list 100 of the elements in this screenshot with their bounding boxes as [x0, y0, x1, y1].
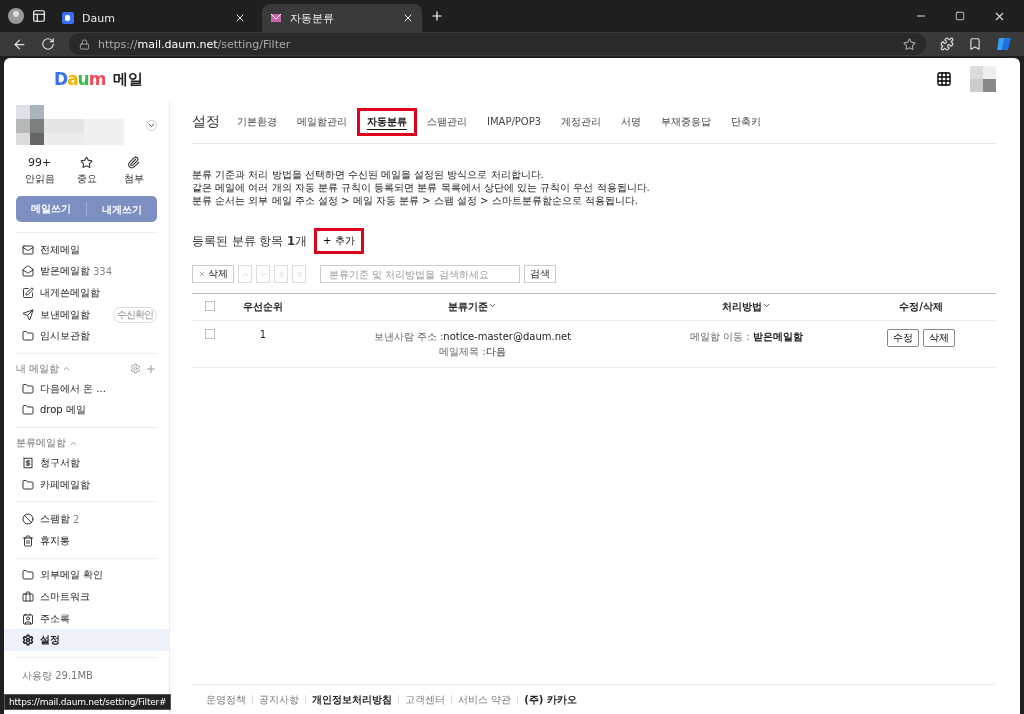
trash-icon	[22, 534, 34, 547]
mailbox-item[interactable]: 스팸함 2	[4, 508, 169, 530]
copilot-icon[interactable]	[996, 36, 1012, 52]
storage-usage: 사용량 29.1MB	[21, 668, 93, 681]
favorites-icon[interactable]	[968, 37, 982, 51]
search-field[interactable]: 분류기준 및 처리방법을 검색하세요	[320, 265, 520, 283]
column-header[interactable]: 분류기준	[447, 301, 497, 312]
paperclip-icon	[127, 156, 140, 169]
open-mail-icon	[22, 265, 34, 278]
star-icon[interactable]	[903, 37, 916, 51]
service-title: 메일	[113, 69, 144, 89]
mailbox-item[interactable]: 청구서함	[4, 452, 169, 474]
footer-link[interactable]: 서비스 약관	[458, 692, 512, 707]
double-chevron-down-icon	[294, 269, 304, 279]
new-tab-icon[interactable]	[430, 9, 444, 23]
settings-title: 설정	[192, 112, 220, 131]
settings-tab[interactable]: 기본환경	[230, 110, 284, 133]
description-text: 분류 기준과 처리 방법을 선택하면 수신된 메일을 설정된 방식으로 처리합니다.	[192, 168, 545, 181]
footer-link[interactable]: 고객센터	[405, 692, 445, 707]
add-rule-button[interactable]: + 추가	[317, 231, 361, 251]
priority-cell: 1	[259, 329, 267, 340]
browser-tab[interactable]: 자동분류	[262, 4, 422, 32]
folder-icon	[22, 569, 34, 582]
settings-tab[interactable]: 단축키	[724, 110, 769, 133]
folder-group-title[interactable]: 분류메일함	[16, 436, 66, 451]
folder-icon	[22, 478, 34, 491]
quick-filter-label: 첨부	[123, 172, 144, 186]
prohibited-icon	[22, 513, 34, 526]
chevron-down-icon	[761, 301, 771, 310]
mailbox-item[interactable]: 보낸메일함 수신확인	[4, 303, 169, 326]
address-bar[interactable]: https://mail.daum.net/setting/Filter	[69, 33, 926, 55]
extensions-icon[interactable]	[940, 37, 954, 51]
mailbox-item[interactable]: 설정	[4, 629, 169, 651]
unread-count: 99+	[27, 156, 52, 169]
select-all-checkbox[interactable]	[205, 301, 215, 311]
footer-link[interactable]: 개인정보처리방침	[312, 692, 392, 707]
quick-filter[interactable]: 99+ 안읽음	[19, 156, 60, 186]
mailbox-item[interactable]: 스마트워크	[4, 586, 169, 608]
browser-tab[interactable]: Daum	[54, 4, 254, 32]
mail-icon	[22, 243, 34, 256]
mailbox-item[interactable]: 휴지통	[4, 529, 169, 552]
folder-icon	[22, 382, 34, 395]
chevron-down-icon	[487, 301, 497, 310]
contact-card-icon	[22, 612, 34, 625]
row-action-button[interactable]: 수정	[887, 329, 919, 347]
receipt-icon	[22, 456, 34, 469]
folder-icon	[22, 330, 34, 343]
settings-tab[interactable]: 부재중응답	[654, 110, 719, 133]
mailbox-item[interactable]: 받은메일함 334	[4, 260, 169, 283]
settings-tab[interactable]: 스팸관리	[420, 110, 474, 133]
search-button[interactable]: 검색	[524, 265, 556, 283]
folder-icon	[22, 404, 34, 417]
description-text: 같은 메일에 여러 개의 자동 분류 규칙이 등록되면 분류 목록에서 상단에 있는 규칙이 우선 적용됩니다.	[192, 181, 651, 194]
mailbox-item[interactable]: 임시보관함	[4, 325, 169, 347]
mailbox-item[interactable]: 내게쓴메일함	[4, 282, 169, 304]
mailbox-item[interactable]: 전체메일	[4, 239, 169, 261]
mailbox-item[interactable]: drop 메일	[4, 399, 169, 422]
star-icon	[80, 156, 93, 169]
back-icon[interactable]	[12, 36, 27, 52]
close-icon[interactable]	[234, 12, 246, 24]
folder-group-title[interactable]: 내 메일함	[16, 361, 60, 376]
maximize-icon[interactable]	[955, 11, 965, 21]
quick-filter-label: 중요	[76, 172, 97, 186]
paper-plane-icon	[22, 308, 34, 321]
daum-favicon-icon	[62, 12, 74, 24]
gear-icon	[22, 634, 34, 647]
settings-tab[interactable]: 자동분류	[360, 110, 414, 133]
settings-tab[interactable]: 계정관리	[554, 110, 609, 133]
lock-icon[interactable]	[79, 38, 90, 50]
footer-link[interactable]: 운영정책	[206, 692, 246, 707]
rule-count-heading: 등록된 분류 항목 1개	[192, 233, 307, 249]
daum-logo[interactable]: Daum	[54, 69, 106, 89]
settings-tab[interactable]: 서명	[614, 110, 649, 133]
quick-filter-label: 안읽음	[24, 172, 55, 186]
mailbox-item[interactable]: 주소록	[4, 607, 169, 630]
action-text: 메일함 이동 : 받은메일함	[688, 330, 804, 344]
profile-icon[interactable]	[8, 8, 24, 24]
quick-filter[interactable]: 첨부	[113, 156, 154, 186]
delete-button[interactable]: 삭제	[192, 265, 234, 283]
reload-icon[interactable]	[41, 37, 55, 51]
mailbox-item[interactable]: 카페메일함	[4, 473, 169, 496]
tab-list-icon[interactable]	[32, 9, 46, 23]
apps-grid-icon[interactable]	[936, 71, 952, 87]
footer-link[interactable]: (주) 카카오	[524, 692, 577, 707]
mailbox-item[interactable]: 외부메일 확인	[4, 564, 169, 587]
pen-square-icon	[22, 287, 34, 299]
settings-tab[interactable]: IMAP/POP3	[480, 112, 549, 131]
criteria-text: 보낸사람 주소 :notice-master@daum.net	[372, 330, 573, 344]
row-action-button[interactable]: 삭제	[923, 329, 955, 347]
mailbox-item[interactable]: 다음에서 온 ...	[4, 377, 169, 400]
double-chevron-up-icon	[276, 269, 286, 279]
row-checkbox[interactable]	[205, 329, 215, 339]
footer-link[interactable]: 공지사항	[259, 692, 299, 707]
url-text: https://mail.daum.net/setting/Filter	[98, 37, 291, 51]
column-header[interactable]: 처리방법	[721, 301, 771, 312]
settings-tab[interactable]: 메일함관리	[290, 110, 354, 133]
close-icon[interactable]	[402, 12, 414, 24]
quick-filter[interactable]: 중요	[66, 156, 107, 186]
x-icon	[198, 270, 206, 278]
criteria-text: 메일제목 :다음	[438, 345, 507, 359]
